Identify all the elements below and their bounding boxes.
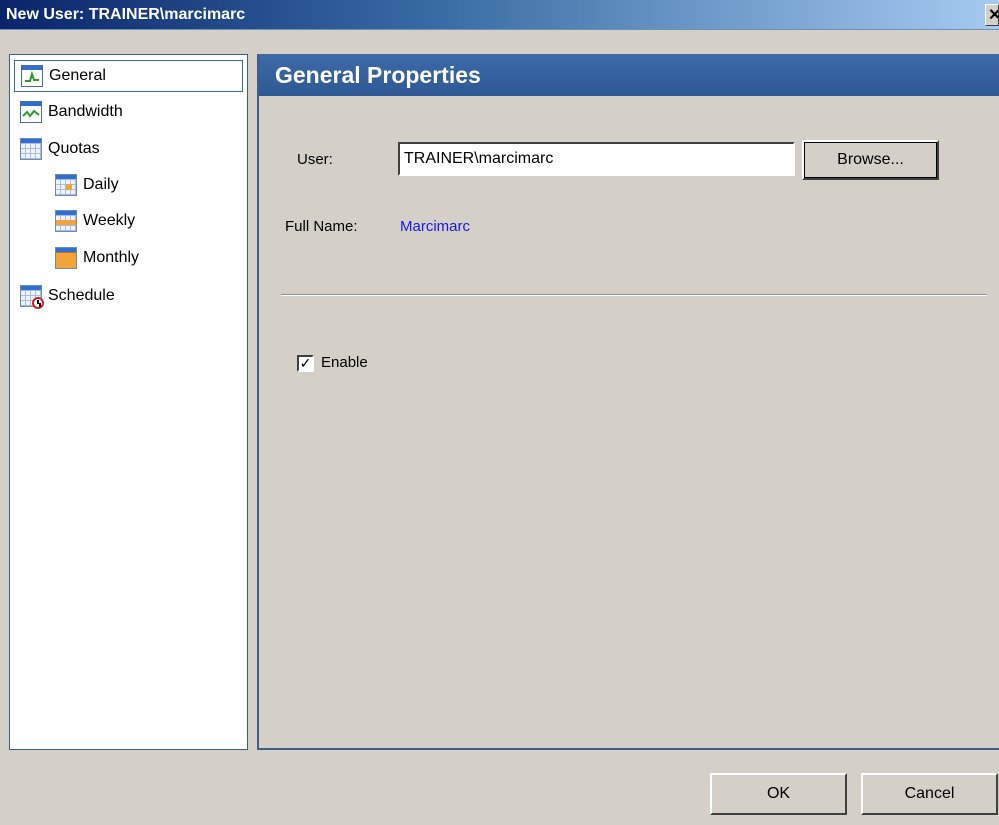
- checkmark-icon: ✓: [299, 355, 312, 371]
- page-title: General Properties: [259, 54, 999, 96]
- sidebar-item-label: Weekly: [83, 212, 136, 229]
- calendar-week-icon: [55, 210, 77, 232]
- bandwidth-graph-icon: [20, 101, 42, 123]
- sidebar-item-label: Schedule: [48, 287, 115, 304]
- window-title: New User: TRAINER\marcimarc: [6, 5, 246, 23]
- clock-icon: [32, 297, 44, 309]
- user-field[interactable]: [398, 142, 795, 176]
- calendar-clock-icon: [20, 285, 44, 309]
- enable-checkbox[interactable]: ✓: [297, 355, 314, 372]
- calendar-month-icon: [55, 247, 77, 269]
- ok-button[interactable]: OK: [710, 773, 847, 815]
- sidebar-tree: General Bandwidth Quotas Daily Weekly Mo…: [9, 54, 248, 750]
- graph-icon: [21, 65, 43, 87]
- sidebar-item-quotas[interactable]: Quotas: [20, 133, 100, 165]
- sidebar-item-label: Daily: [83, 176, 119, 193]
- user-label: User:: [297, 151, 333, 168]
- calendar-icon: [20, 138, 42, 160]
- sidebar-item-label: Quotas: [48, 140, 100, 157]
- close-button[interactable]: ✕: [985, 4, 999, 26]
- fullname-label: Full Name:: [285, 218, 358, 235]
- sidebar-item-monthly[interactable]: Monthly: [55, 242, 139, 274]
- cancel-button[interactable]: Cancel: [861, 773, 998, 815]
- sidebar-item-general[interactable]: General: [14, 60, 243, 92]
- sidebar-item-label: General: [49, 67, 106, 84]
- properties-panel: General Properties User: Browse... Full …: [257, 54, 999, 750]
- sidebar-item-bandwidth[interactable]: Bandwidth: [20, 96, 123, 128]
- fullname-value: Marcimarc: [400, 218, 470, 235]
- separator: [281, 294, 987, 296]
- sidebar-item-label: Monthly: [83, 249, 140, 266]
- sidebar-item-label: Bandwidth: [48, 103, 123, 120]
- title-bar: New User: TRAINER\marcimarc ✕: [0, 0, 999, 30]
- sidebar-item-weekly[interactable]: Weekly: [55, 205, 135, 237]
- close-icon: ✕: [988, 7, 998, 24]
- sidebar-item-daily[interactable]: Daily: [55, 169, 119, 201]
- enable-label[interactable]: Enable: [321, 354, 368, 371]
- browse-button[interactable]: Browse...: [802, 140, 939, 180]
- calendar-day-icon: [55, 174, 77, 196]
- sidebar-item-schedule[interactable]: Schedule: [20, 280, 115, 312]
